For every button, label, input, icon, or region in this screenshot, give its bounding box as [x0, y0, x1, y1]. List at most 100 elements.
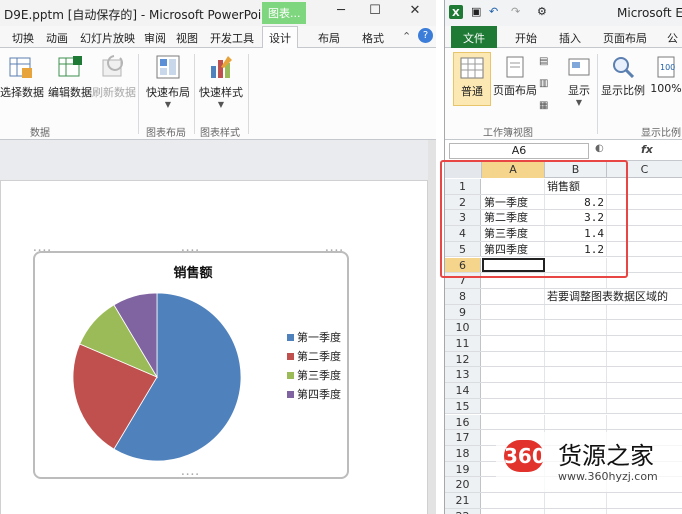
slide-canvas[interactable]: ∙∙∙∙ ∙∙∙∙ ∙∙∙∙ ∙∙∙∙ 销售额 第一季度 第二季度 第三季度 第四季度: [0, 180, 428, 514]
customize-toolbar-icon[interactable]: ⚙: [537, 5, 547, 18]
cell-a[interactable]: [482, 336, 545, 351]
pie-chart[interactable]: 销售额 第一季度第二季度第三季度第四季度: [35, 253, 347, 477]
tab-animations[interactable]: 动画: [46, 30, 68, 46]
chart-tools-context-tab[interactable]: 图表...: [262, 2, 306, 24]
cell-b[interactable]: [545, 336, 607, 351]
row-header[interactable]: 20: [445, 477, 481, 492]
name-box[interactable]: A6: [449, 143, 589, 159]
cell-b[interactable]: [545, 320, 607, 335]
tab-slideshow[interactable]: 幻灯片放映: [80, 30, 135, 46]
quick-style-button[interactable]: 快速样式 ▼: [198, 54, 244, 109]
row-header[interactable]: 13: [445, 367, 481, 383]
tab-view[interactable]: 视图: [176, 30, 198, 46]
quick-layout-button[interactable]: 快速布局 ▼: [144, 54, 192, 109]
full-screen-icon[interactable]: ▦: [539, 100, 548, 111]
cell-a[interactable]: [482, 351, 545, 367]
cell-b[interactable]: [545, 493, 607, 508]
resize-handle[interactable]: ∙∙∙∙: [181, 247, 200, 254]
page-break-preview-icon[interactable]: ▤: [539, 56, 548, 67]
cell-c[interactable]: [607, 352, 682, 367]
collapse-ribbon-icon[interactable]: ⌃: [402, 30, 411, 43]
help-icon[interactable]: ?: [418, 28, 433, 43]
row-header[interactable]: 16: [445, 414, 481, 430]
row-header[interactable]: 8: [445, 288, 481, 304]
insert-function-icon[interactable]: fx: [641, 143, 653, 156]
cell-a[interactable]: [482, 383, 545, 398]
cell-c[interactable]: [607, 367, 682, 382]
table-row: 9: [445, 304, 682, 321]
cell-a[interactable]: [482, 320, 545, 335]
resize-handle[interactable]: ∙∙∙∙: [325, 247, 344, 254]
zoom-button[interactable]: 显示比例: [601, 56, 645, 98]
redo-icon[interactable]: ↷: [511, 5, 520, 18]
close-icon[interactable]: ✕: [400, 3, 430, 23]
name-box-dropdown-icon[interactable]: ◐: [595, 143, 604, 154]
custom-views-icon[interactable]: ▥: [539, 78, 548, 89]
page-layout-view-button[interactable]: 页面布局: [493, 56, 537, 98]
cell-a[interactable]: [482, 493, 545, 508]
cell-c[interactable]: [607, 289, 682, 304]
cell-c[interactable]: [607, 305, 682, 320]
minimize-icon[interactable]: ─: [326, 3, 356, 23]
row-header[interactable]: 14: [445, 383, 481, 398]
row-header[interactable]: 19: [445, 461, 481, 477]
maximize-icon[interactable]: ☐: [360, 3, 390, 23]
group-separator: [138, 54, 139, 134]
legend-swatch: [287, 334, 294, 341]
chart-frame[interactable]: ∙∙∙∙ ∙∙∙∙ ∙∙∙∙ ∙∙∙∙ 销售额 第一季度 第二季度 第三季度 第四季度: [33, 247, 349, 479]
row-header[interactable]: 17: [445, 430, 481, 445]
cell-a[interactable]: [482, 304, 545, 320]
row-header[interactable]: 9: [445, 304, 481, 320]
cell-c[interactable]: [607, 336, 682, 351]
cell-c[interactable]: [607, 320, 682, 335]
show-button[interactable]: 显示 ▼: [561, 56, 597, 107]
group-label-chart-layout: 图表布局: [146, 128, 186, 139]
tab-layout[interactable]: 布局: [318, 30, 340, 46]
edit-data-button[interactable]: 编辑数据: [46, 54, 94, 100]
tab-file[interactable]: 文件: [451, 26, 497, 48]
select-data-button[interactable]: 选择数据: [0, 54, 44, 100]
tab-developer[interactable]: 开发工具: [210, 30, 254, 46]
row-header[interactable]: 22: [445, 508, 481, 514]
tab-review[interactable]: 审阅: [144, 30, 166, 46]
cell-c[interactable]: [607, 399, 682, 414]
row-header[interactable]: 12: [445, 351, 481, 367]
tab-insert[interactable]: 插入: [559, 30, 581, 46]
cell-c[interactable]: [607, 509, 682, 514]
row-header[interactable]: 15: [445, 398, 481, 414]
normal-view-button[interactable]: 普通: [453, 52, 491, 106]
cell-b[interactable]: [545, 351, 607, 367]
row-header[interactable]: 11: [445, 336, 481, 351]
cell-c[interactable]: [607, 493, 682, 508]
save-icon[interactable]: ▣: [471, 5, 481, 18]
tab-home[interactable]: 开始: [515, 30, 537, 46]
row-header[interactable]: 18: [445, 445, 481, 461]
cell-c[interactable]: [607, 383, 682, 398]
cell-b[interactable]: [545, 304, 607, 320]
cell-b[interactable]: [545, 383, 607, 398]
cell-a[interactable]: [482, 414, 545, 430]
tab-transitions[interactable]: 切换: [12, 30, 34, 46]
tab-page-layout[interactable]: 页面布局: [603, 30, 647, 46]
cell-a[interactable]: [482, 288, 545, 304]
row-header[interactable]: 10: [445, 320, 481, 335]
tab-formulas[interactable]: 公: [667, 30, 678, 46]
tab-format[interactable]: 格式: [362, 30, 384, 46]
undo-icon[interactable]: ↶: [489, 5, 498, 18]
cell-b[interactable]: [545, 414, 607, 430]
cell-b[interactable]: [545, 367, 607, 383]
cell-b[interactable]: [545, 398, 607, 414]
table-row: 10: [445, 320, 682, 336]
tab-design[interactable]: 设计: [262, 26, 298, 49]
zoom-100-button[interactable]: 100 100%: [649, 56, 682, 95]
resize-handle[interactable]: ∙∙∙∙: [181, 471, 200, 478]
resize-handle[interactable]: ∙∙∙∙: [33, 247, 52, 254]
cell-a[interactable]: [482, 398, 545, 414]
cell-a[interactable]: [482, 367, 545, 383]
cell-c[interactable]: [607, 415, 682, 430]
row-header[interactable]: 21: [445, 493, 481, 508]
cell-a[interactable]: [482, 508, 545, 514]
dropdown-arrow-icon: ▼: [575, 98, 583, 107]
vertical-scrollbar[interactable]: [428, 140, 436, 514]
cell-b[interactable]: [545, 508, 607, 514]
